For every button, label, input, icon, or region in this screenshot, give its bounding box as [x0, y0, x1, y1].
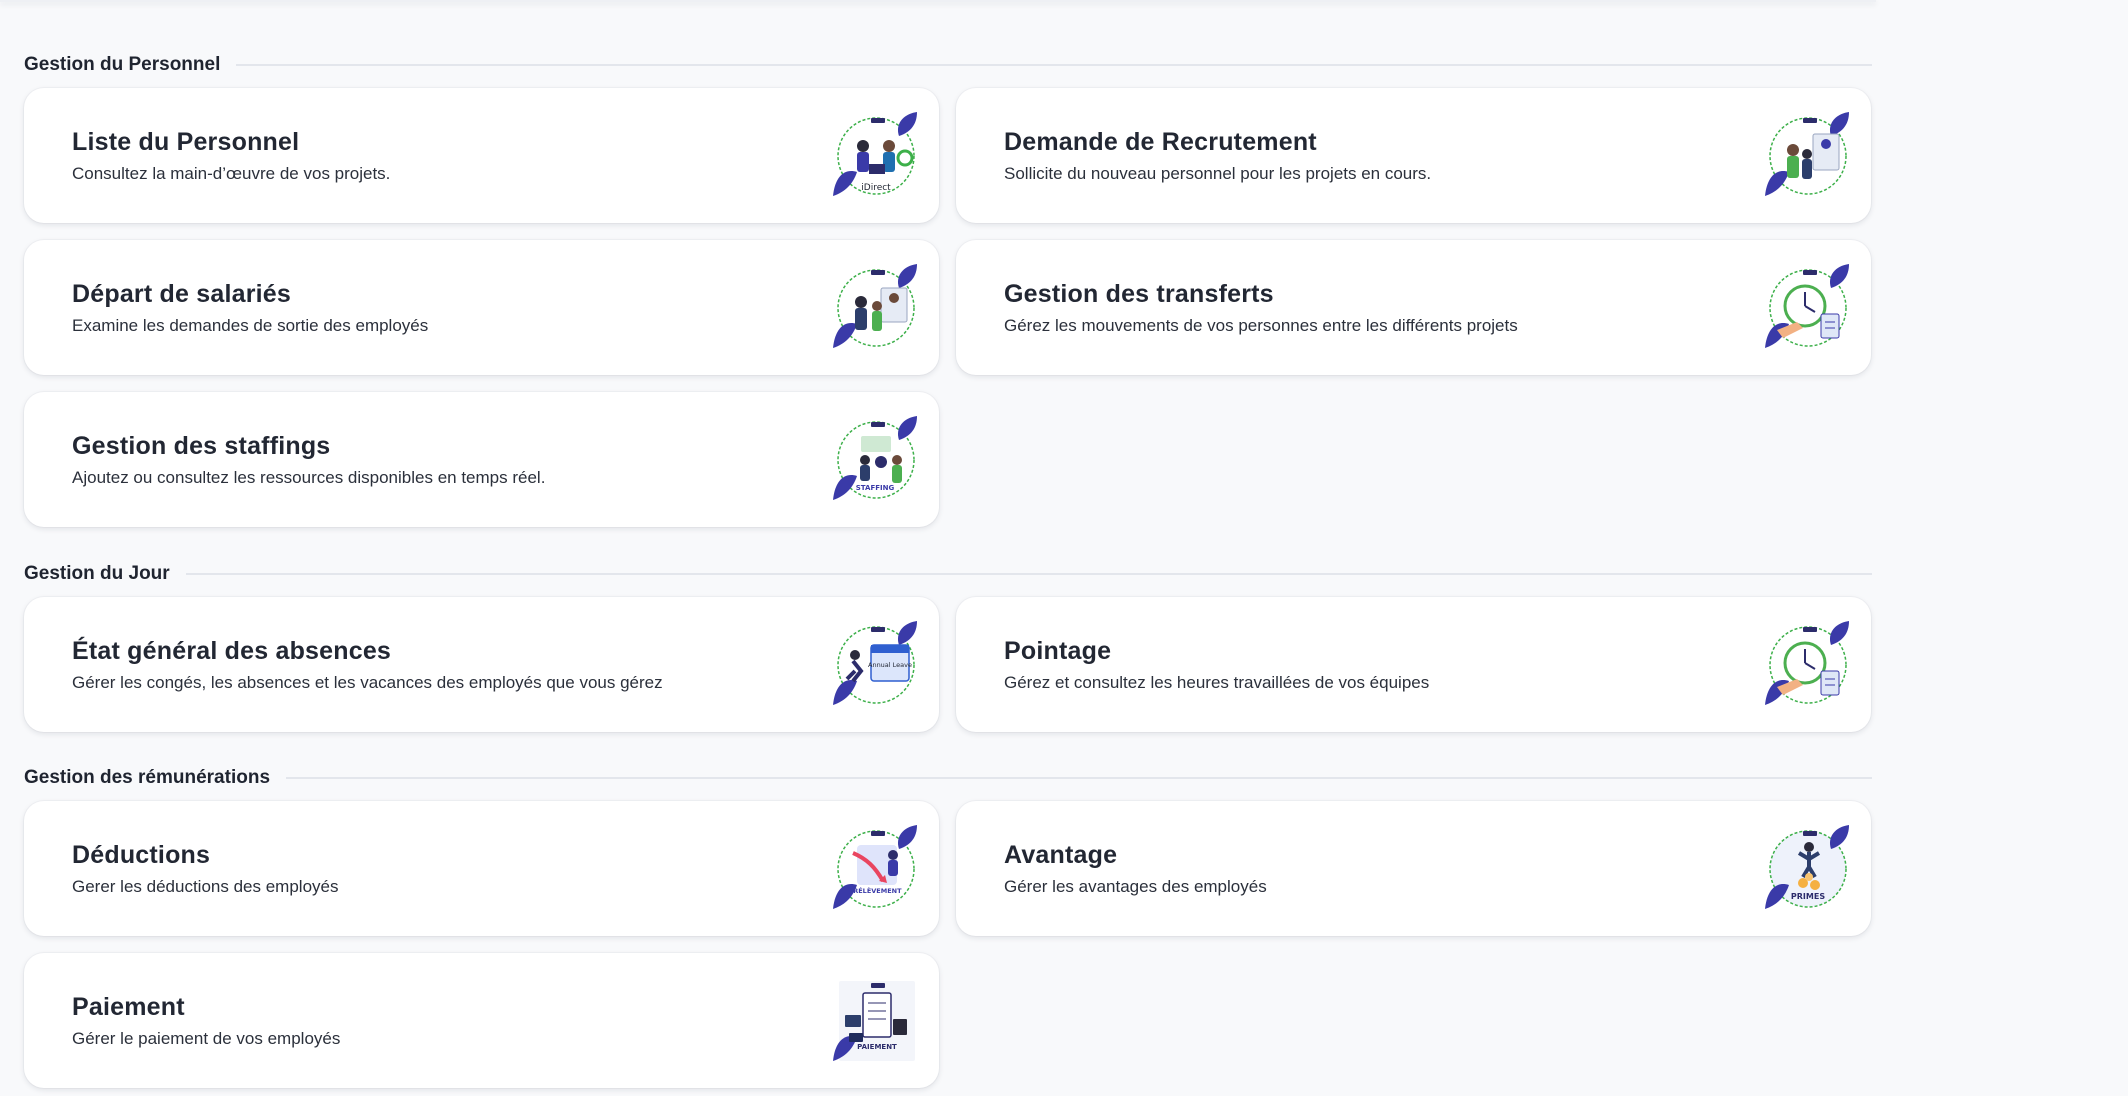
- card-title: Paiement: [72, 993, 185, 1021]
- card-title: État général des absences: [72, 637, 392, 665]
- card-title: Départ de salariés: [72, 280, 291, 308]
- annual-leave-text: Annual Leave: [868, 661, 912, 669]
- payment-icon: PAIEMENT: [831, 975, 921, 1063]
- card-pointage[interactable]: Pointage Gérez et consultez les heures t…: [956, 597, 1871, 732]
- card-description: Gérez les mouvements de vos personnes en…: [1004, 316, 1518, 335]
- card-depart-de-salaries[interactable]: Départ de salariés Examine les demandes …: [24, 240, 939, 375]
- recruitment-icon: [1763, 110, 1853, 198]
- prelevement-badge: PRÉLÈVEMENT: [848, 886, 902, 895]
- card-description: Gérer le paiement de vos employés: [72, 1029, 341, 1048]
- remunerations-cards: Déductions Gerer les déductions des empl…: [24, 801, 1871, 1088]
- section-title: Gestion des rémunérations: [24, 767, 271, 788]
- transfer-clock-icon: [1763, 262, 1853, 350]
- card-description: Gérer les avantages des employés: [1004, 877, 1267, 896]
- section-divider: [236, 64, 1872, 66]
- card-title: Gestion des staffings: [72, 432, 331, 460]
- card-liste-du-personnel[interactable]: Liste du Personnel Consultez la main-d’œ…: [24, 88, 939, 223]
- primes-badge: PRIMES: [1791, 892, 1825, 901]
- card-title: Liste du Personnel: [72, 128, 300, 156]
- section-header-jour: Gestion du Jour: [24, 561, 1872, 587]
- card-description: Consultez la main-d’œuvre de vos projets…: [72, 164, 391, 183]
- card-title: Gestion des transferts: [1004, 280, 1274, 308]
- card-description: Gerer les déductions des employés: [72, 877, 339, 896]
- card-description: Gérer les congés, les absences et les va…: [72, 673, 663, 692]
- section-title: Gestion du Jour: [24, 563, 170, 584]
- annual-leave-calendar-icon: Annual Leave: [831, 619, 921, 707]
- staffing-badge: STAFFING: [856, 484, 895, 492]
- deductions-icon: PRÉLÈVEMENT: [831, 823, 921, 911]
- card-description: Sollicite du nouveau personnel pour les …: [1004, 164, 1432, 183]
- jour-cards: État général des absences Gérer les cong…: [24, 597, 1871, 732]
- card-title: Demande de Recrutement: [1004, 128, 1317, 156]
- card-title: Pointage: [1004, 637, 1112, 665]
- card-demande-de-recrutement[interactable]: Demande de Recrutement Sollicite du nouv…: [956, 88, 1871, 223]
- section-header-personnel: Gestion du Personnel: [24, 52, 1872, 78]
- section-divider: [185, 573, 1872, 575]
- card-avantage[interactable]: Avantage Gérer les avantages des employé…: [956, 801, 1871, 936]
- employee-departure-icon: [831, 262, 921, 350]
- card-etat-general-des-absences[interactable]: État général des absences Gérer les cong…: [24, 597, 939, 732]
- card-title: Déductions: [72, 841, 211, 869]
- card-description: Examine les demandes de sortie des emplo…: [72, 316, 429, 335]
- card-paiement[interactable]: Paiement Gérer le paiement de vos employ…: [24, 953, 939, 1088]
- card-description: Ajoutez ou consultez les ressources disp…: [72, 468, 546, 487]
- bonus-icon: PRIMES: [1763, 823, 1853, 911]
- card-deductions[interactable]: Déductions Gerer les déductions des empl…: [24, 801, 939, 936]
- card-gestion-des-staffings[interactable]: Gestion des staffings Ajoutez ou consult…: [24, 392, 939, 527]
- staffing-icon: STAFFING: [831, 414, 921, 502]
- paiement-badge: PAIEMENT: [857, 1043, 897, 1051]
- svg-text:iDirect: iDirect: [861, 183, 891, 193]
- section-divider: [286, 777, 1872, 779]
- personnel-cards: Liste du Personnel Consultez la main-d’œ…: [24, 88, 1871, 527]
- personnel-list-icon: iDirect: [831, 110, 921, 198]
- section-title: Gestion du Personnel: [24, 54, 221, 75]
- card-description: Gérez et consultez les heures travaillée…: [1004, 673, 1430, 692]
- card-title: Avantage: [1004, 841, 1118, 869]
- section-header-remunerations: Gestion des rémunérations: [24, 765, 1872, 791]
- card-gestion-des-transferts[interactable]: Gestion des transferts Gérez les mouveme…: [956, 240, 1871, 375]
- timesheet-clock-icon: [1763, 619, 1853, 707]
- top-panel-edge: [0, 0, 1876, 2]
